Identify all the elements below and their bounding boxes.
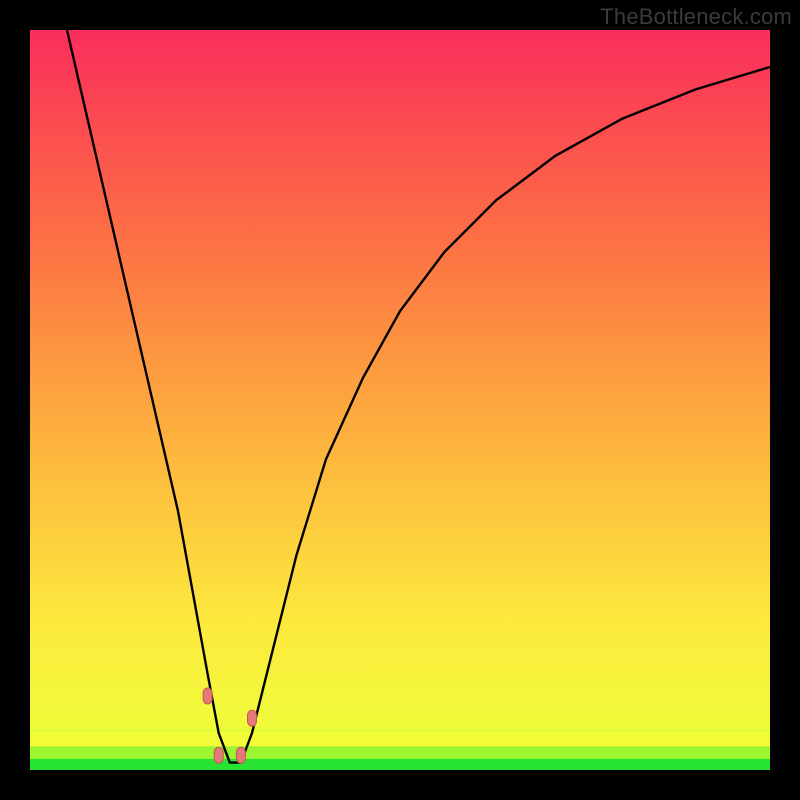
marker-right [248, 710, 257, 726]
lime-band [30, 746, 770, 759]
watermark-text: TheBottleneck.com [600, 4, 792, 30]
marker-valley-left [214, 747, 223, 763]
chart-background [30, 30, 770, 770]
green-band [30, 759, 770, 770]
threshold-bands [30, 732, 770, 770]
yellow-band [30, 732, 770, 747]
marker-left [203, 688, 212, 704]
marker-valley-right [236, 747, 245, 763]
bottleneck-chart [30, 30, 770, 770]
chart-frame [30, 30, 770, 770]
